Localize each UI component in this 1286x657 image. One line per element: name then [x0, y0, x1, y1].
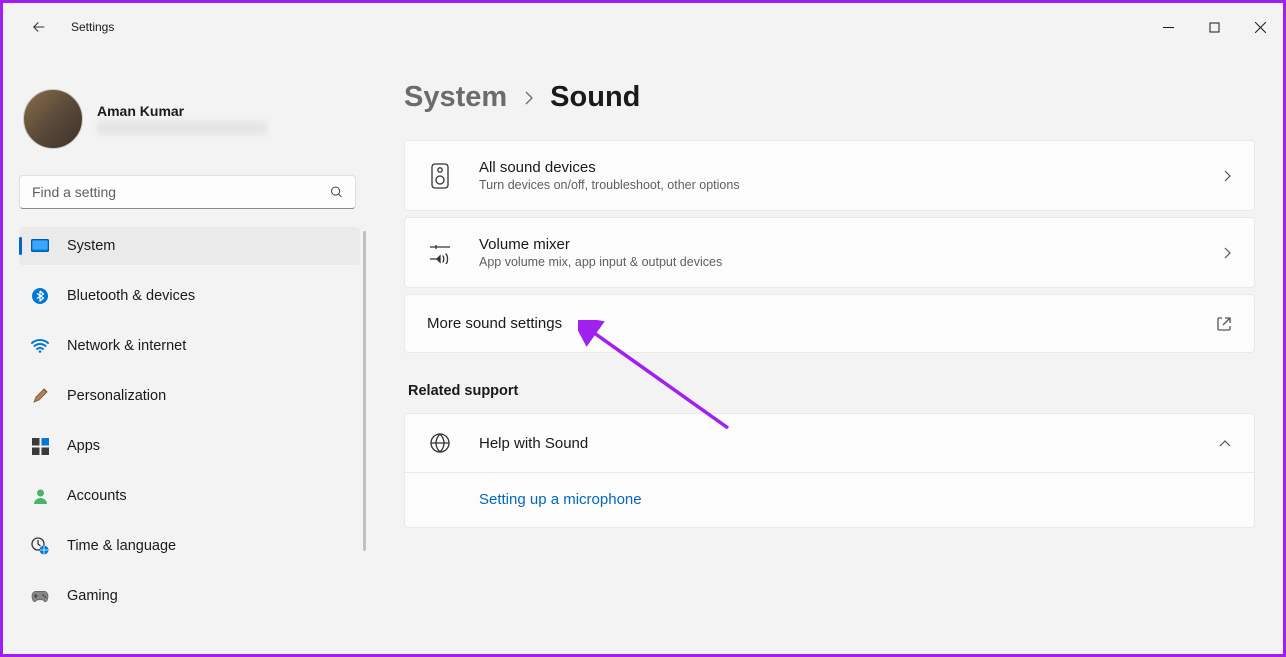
- sidebar-item-gaming[interactable]: Gaming: [19, 577, 360, 615]
- user-section[interactable]: Aman Kumar: [19, 51, 360, 169]
- bluetooth-icon: [31, 287, 49, 305]
- wifi-icon: [31, 337, 49, 355]
- sidebar-item-apps[interactable]: Apps: [19, 427, 360, 465]
- back-button[interactable]: [19, 7, 59, 47]
- panel-subtitle: Turn devices on/off, troubleshoot, other…: [479, 178, 1223, 192]
- clock-globe-icon: [31, 537, 49, 555]
- close-button[interactable]: [1237, 11, 1283, 43]
- breadcrumb: System Sound: [404, 81, 1255, 114]
- avatar: [23, 89, 83, 149]
- nav-label: System: [67, 238, 115, 254]
- sidebar-item-personalization[interactable]: Personalization: [19, 377, 360, 415]
- nav-label: Personalization: [67, 388, 166, 404]
- globe-help-icon: [427, 432, 453, 454]
- nav-label: Network & internet: [67, 338, 186, 354]
- minimize-button[interactable]: [1145, 11, 1191, 43]
- paintbrush-icon: [31, 387, 49, 405]
- chevron-right-icon: [1223, 246, 1232, 260]
- window-controls: [1145, 11, 1283, 43]
- arrow-left-icon: [30, 18, 48, 36]
- titlebar: Settings: [3, 3, 1283, 51]
- user-name: Aman Kumar: [97, 103, 267, 119]
- chevron-right-icon: [523, 90, 534, 106]
- person-icon: [31, 487, 49, 505]
- search-input[interactable]: [19, 175, 356, 209]
- sidebar-item-bluetooth[interactable]: Bluetooth & devices: [19, 277, 360, 315]
- nav-list: System Bluetooth & devices Network & int…: [19, 227, 360, 627]
- external-link-icon: [1216, 316, 1232, 332]
- panel-volume-mixer[interactable]: Volume mixer App volume mix, app input &…: [404, 217, 1255, 288]
- breadcrumb-parent[interactable]: System: [404, 81, 507, 114]
- search-icon: [329, 185, 344, 200]
- sidebar: Aman Kumar System Bluetooth & devices Ne…: [3, 51, 368, 654]
- chevron-right-icon: [1223, 169, 1232, 183]
- sidebar-item-accounts[interactable]: Accounts: [19, 477, 360, 515]
- nav-label: Gaming: [67, 588, 118, 604]
- nav-label: Bluetooth & devices: [67, 288, 195, 304]
- system-icon: [31, 237, 49, 255]
- sidebar-scrollbar[interactable]: [363, 231, 366, 551]
- panel-subtitle: App volume mix, app input & output devic…: [479, 255, 1223, 269]
- panel-more-sound-settings[interactable]: More sound settings: [404, 294, 1255, 353]
- nav-label: Accounts: [67, 488, 127, 504]
- panel-title: Help with Sound: [479, 435, 1218, 452]
- sidebar-item-time-language[interactable]: Time & language: [19, 527, 360, 565]
- gamepad-icon: [31, 587, 49, 605]
- panel-title: All sound devices: [479, 159, 1223, 176]
- search-wrap: [19, 175, 356, 209]
- panel-all-sound-devices[interactable]: All sound devices Turn devices on/off, t…: [404, 140, 1255, 211]
- related-support-heading: Related support: [408, 383, 1255, 399]
- nav-label: Apps: [67, 438, 100, 454]
- panel-title: More sound settings: [427, 315, 1216, 332]
- mixer-icon: [427, 242, 453, 264]
- sidebar-item-system[interactable]: System: [19, 227, 360, 265]
- maximize-button[interactable]: [1191, 11, 1237, 43]
- nav-label: Time & language: [67, 538, 176, 554]
- chevron-up-icon: [1218, 439, 1232, 448]
- help-link-row[interactable]: Setting up a microphone: [404, 473, 1255, 528]
- breadcrumb-current: Sound: [550, 81, 640, 114]
- app-title: Settings: [71, 20, 114, 34]
- user-email-blurred: [97, 121, 267, 135]
- panel-help-with-sound[interactable]: Help with Sound: [404, 413, 1255, 473]
- main-content: System Sound All sound devices Turn devi…: [368, 51, 1283, 654]
- sidebar-item-network[interactable]: Network & internet: [19, 327, 360, 365]
- apps-icon: [31, 437, 49, 455]
- help-link[interactable]: Setting up a microphone: [479, 491, 642, 508]
- panel-title: Volume mixer: [479, 236, 1223, 253]
- speaker-icon: [427, 163, 453, 189]
